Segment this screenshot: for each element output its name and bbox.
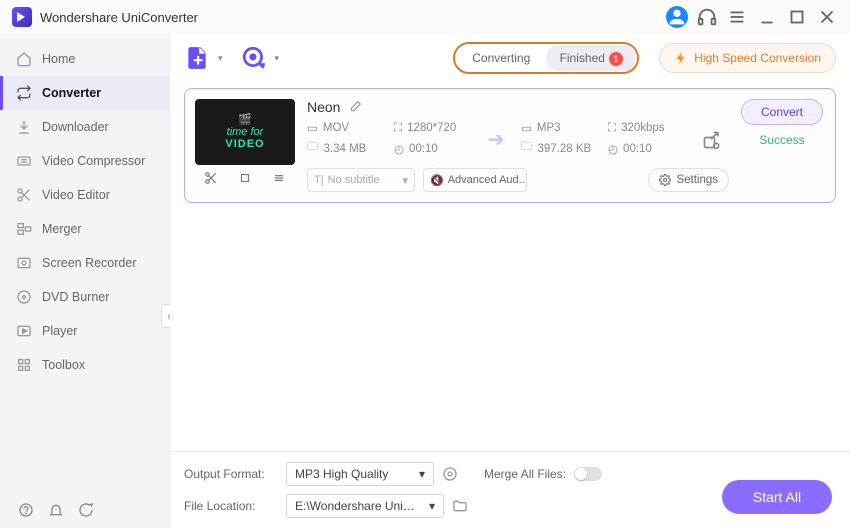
audio-dropdown[interactable]: 🔇Advanced Aud...▾ bbox=[423, 168, 527, 192]
edit-title-icon[interactable] bbox=[348, 100, 362, 114]
gear-icon bbox=[659, 174, 671, 186]
sidebar-item-dvd[interactable]: DVD Burner bbox=[0, 280, 169, 314]
play-icon bbox=[16, 323, 32, 339]
source-format: ▭MOV bbox=[307, 121, 384, 135]
download-icon bbox=[16, 119, 32, 135]
add-dvd-button[interactable] bbox=[241, 45, 267, 71]
merger-icon bbox=[16, 221, 32, 237]
item-settings-button[interactable]: Settings bbox=[648, 168, 729, 192]
sidebar-item-label: Video Compressor bbox=[42, 154, 145, 168]
resolution-icon: ⛶ bbox=[394, 122, 402, 135]
output-format-label: Output Format: bbox=[184, 467, 278, 481]
video-icon: ▭ bbox=[307, 121, 318, 135]
sidebar-item-downloader[interactable]: Downloader bbox=[0, 110, 169, 144]
app-title: Wondershare UniConverter bbox=[40, 10, 198, 25]
clock-icon: ◴ bbox=[394, 142, 404, 156]
open-folder-icon[interactable] bbox=[452, 498, 468, 514]
user-account-icon[interactable] bbox=[666, 6, 688, 28]
output-settings-icon[interactable] bbox=[442, 466, 458, 482]
conversion-item-card: 🎬time forVIDEO Neon bbox=[184, 88, 836, 203]
source-duration: ◴00:10 bbox=[394, 142, 471, 156]
more-icon[interactable] bbox=[272, 171, 286, 185]
sidebar-item-home[interactable]: Home bbox=[0, 42, 169, 76]
source-resolution: ⛶1280*720 bbox=[394, 122, 471, 135]
finished-count-badge: 1 bbox=[609, 52, 623, 66]
compressor-icon bbox=[16, 153, 32, 169]
sidebar-item-label: Player bbox=[42, 324, 77, 338]
target-bitrate: ⛶320kbps bbox=[608, 122, 685, 135]
sidebar: Home Converter Downloader Video Compress… bbox=[0, 34, 170, 528]
recorder-icon bbox=[16, 255, 32, 271]
merge-toggle[interactable] bbox=[574, 467, 602, 481]
arrow-right-icon: ➔ bbox=[481, 127, 511, 152]
chevron-down-icon[interactable]: ▾ bbox=[218, 53, 223, 64]
speaker-icon: 🔇 bbox=[430, 174, 444, 187]
file-location-label: File Location: bbox=[184, 499, 278, 513]
start-all-button[interactable]: Start All bbox=[722, 480, 832, 514]
sidebar-item-label: Home bbox=[42, 52, 75, 66]
disc-icon bbox=[16, 289, 32, 305]
feedback-icon[interactable] bbox=[78, 502, 94, 518]
folder-icon: 🗀 bbox=[307, 139, 319, 158]
export-settings-icon[interactable] bbox=[695, 130, 729, 150]
scissors-icon bbox=[16, 187, 32, 203]
tab-converting[interactable]: Converting bbox=[456, 45, 546, 71]
source-size: 🗀3.34 MB bbox=[307, 139, 384, 158]
crop-icon[interactable] bbox=[238, 171, 252, 185]
sidebar-item-label: DVD Burner bbox=[42, 290, 109, 304]
file-title: Neon bbox=[307, 99, 340, 115]
file-location-dropdown[interactable]: E:\Wondershare UniConverter▾ bbox=[286, 494, 444, 518]
target-size: 🗀397.28 KB bbox=[521, 139, 598, 158]
close-button[interactable] bbox=[816, 6, 838, 28]
sidebar-item-converter[interactable]: Converter bbox=[0, 76, 169, 110]
bell-icon[interactable] bbox=[48, 502, 64, 518]
subtitle-dropdown[interactable]: T|No subtitle▾ bbox=[307, 168, 415, 192]
sidebar-item-label: Screen Recorder bbox=[42, 256, 137, 270]
folder-icon: 🗀 bbox=[521, 139, 533, 158]
sidebar-item-player[interactable]: Player bbox=[0, 314, 169, 348]
lightning-icon bbox=[674, 51, 688, 65]
headset-icon[interactable] bbox=[696, 6, 718, 28]
convert-button[interactable]: Convert bbox=[741, 99, 823, 125]
sidebar-item-label: Video Editor bbox=[42, 188, 110, 202]
converter-icon bbox=[16, 85, 32, 101]
high-speed-conversion-button[interactable]: High Speed Conversion bbox=[659, 43, 836, 73]
chevron-down-icon: ▾ bbox=[429, 499, 435, 513]
clock-icon: ◴ bbox=[608, 142, 618, 156]
sidebar-item-label: Downloader bbox=[42, 120, 109, 134]
chevron-down-icon[interactable]: ▾ bbox=[275, 53, 280, 64]
app-logo-icon bbox=[12, 7, 32, 27]
sidebar-item-label: Merger bbox=[42, 222, 82, 236]
audio-icon: ▭ bbox=[521, 121, 532, 135]
trim-icon[interactable] bbox=[204, 171, 218, 185]
sidebar-item-label: Converter bbox=[42, 86, 101, 100]
sidebar-item-merger[interactable]: Merger bbox=[0, 212, 169, 246]
home-icon bbox=[16, 51, 32, 67]
maximize-button[interactable] bbox=[786, 6, 808, 28]
bitrate-icon: ⛶ bbox=[608, 122, 616, 135]
output-format-dropdown[interactable]: MP3 High Quality▾ bbox=[286, 462, 434, 486]
sidebar-item-compressor[interactable]: Video Compressor bbox=[0, 144, 169, 178]
main-panel: ▾ ▾ Converting Finished1 High Speed Conv… bbox=[170, 34, 850, 528]
sidebar-item-editor[interactable]: Video Editor bbox=[0, 178, 169, 212]
add-file-button[interactable] bbox=[184, 45, 210, 71]
target-duration: ◴00:10 bbox=[608, 142, 685, 156]
grid-icon bbox=[16, 357, 32, 373]
status-success: Success bbox=[759, 133, 804, 147]
titlebar: Wondershare UniConverter bbox=[0, 0, 850, 34]
video-thumbnail[interactable]: 🎬time forVIDEO bbox=[195, 99, 295, 165]
sidebar-item-label: Toolbox bbox=[42, 358, 85, 372]
help-icon[interactable] bbox=[18, 502, 34, 518]
minimize-button[interactable] bbox=[756, 6, 778, 28]
subtitle-icon: T| bbox=[314, 174, 324, 186]
chevron-down-icon: ▾ bbox=[402, 174, 408, 187]
merge-label: Merge All Files: bbox=[484, 467, 566, 481]
sidebar-item-recorder[interactable]: Screen Recorder bbox=[0, 246, 169, 280]
toolbar: ▾ ▾ Converting Finished1 High Speed Conv… bbox=[170, 34, 850, 82]
chevron-down-icon: ▾ bbox=[419, 467, 425, 481]
menu-icon[interactable] bbox=[726, 6, 748, 28]
sidebar-item-toolbox[interactable]: Toolbox bbox=[0, 348, 169, 382]
tab-finished[interactable]: Finished1 bbox=[546, 45, 636, 71]
target-format: ▭MP3 bbox=[521, 121, 598, 135]
